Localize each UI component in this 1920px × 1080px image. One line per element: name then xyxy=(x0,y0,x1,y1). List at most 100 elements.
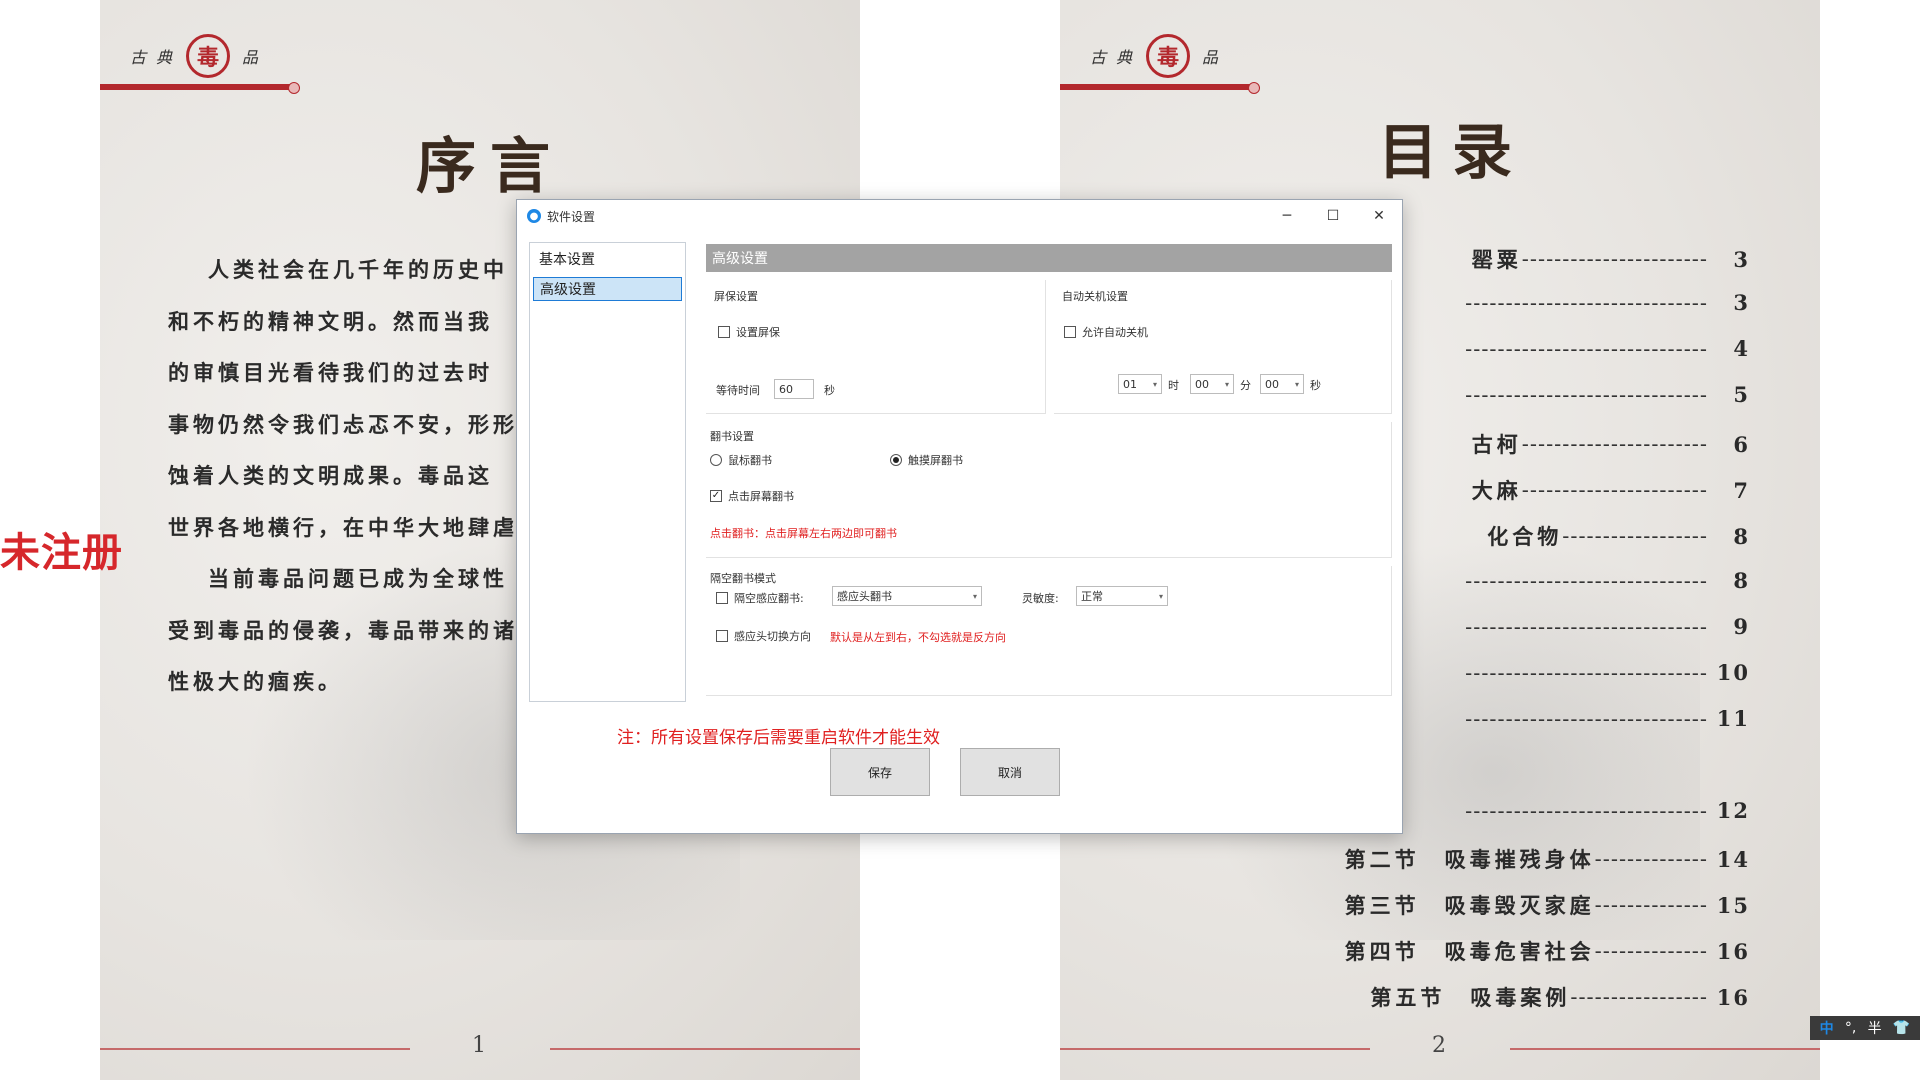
toc-entry[interactable]: ------------------------------ 4 xyxy=(1465,336,1750,361)
hour-select[interactable]: 01 ▾ xyxy=(1118,374,1162,394)
toc-entry[interactable]: ------------------------------ 11 xyxy=(1465,706,1750,731)
toc-entry[interactable]: ------------------------------ 10 xyxy=(1465,660,1750,685)
page-title: 序言 xyxy=(416,132,564,202)
wait-time-input[interactable]: 60 xyxy=(774,379,814,399)
toc-leader: ----------------------- xyxy=(1521,478,1708,502)
toc-entry[interactable]: 第二节 吸毒摧残身体 -------------- 14 xyxy=(1345,844,1750,874)
page-title: 目录 xyxy=(1378,118,1526,188)
second-select[interactable]: 00 ▾ xyxy=(1260,374,1304,394)
toc-entry[interactable]: ------------------------------ 12 xyxy=(1465,798,1750,823)
toc-page-number: 7 xyxy=(1733,477,1750,503)
preface-text: 人类社会在几千年的历史中 和不朽的精神文明。然而当我 的审慎目光看待我们的过去时 事物… xyxy=(168,254,548,718)
ime-indicator[interactable]: 中 °, 半 👕 xyxy=(1810,1016,1920,1040)
toc-leader: -------------- xyxy=(1594,939,1708,963)
screensaver-checkbox[interactable]: 设置屏保 xyxy=(718,324,780,340)
radio-button xyxy=(710,454,722,466)
toc-entry[interactable]: ------------------------------ 5 xyxy=(1465,382,1750,407)
check-icon: ✓ xyxy=(710,490,722,502)
preface-line: 性极大的痼疾。 xyxy=(168,669,343,694)
chevron-down-icon: ▾ xyxy=(1152,379,1157,389)
footer-rule xyxy=(550,1048,860,1050)
toc-label: 化合物 xyxy=(1487,524,1563,549)
window-controls: ─ ☐ ✕ xyxy=(1264,200,1402,232)
toc-leader: -------------- xyxy=(1594,847,1708,871)
ime-width[interactable]: 半 xyxy=(1868,1018,1882,1038)
gesture-sense-checkbox[interactable]: 隔空感应翻书: xyxy=(716,590,804,606)
header-char: 品 xyxy=(1202,48,1219,67)
header-char: 典 xyxy=(1116,48,1133,67)
wait-time-unit: 秒 xyxy=(824,384,835,397)
toc-leader: ------------------------------ xyxy=(1465,382,1708,407)
toc-page-number: 10 xyxy=(1716,660,1750,685)
sensitivity-value: 正常 xyxy=(1081,590,1103,603)
minimize-button[interactable]: ─ xyxy=(1264,200,1310,232)
toc-leader: ------------------------------ xyxy=(1465,614,1708,639)
toc-entry[interactable]: 罂粟 ----------------------- 3 xyxy=(1472,244,1750,274)
shirt-icon[interactable]: 👕 xyxy=(1893,1020,1910,1036)
radio-label: 触摸屏翻书 xyxy=(908,454,963,467)
group-title: 自动关机设置 xyxy=(1062,290,1128,303)
checkbox-label: 感应头切换方向 xyxy=(734,630,811,643)
group-title: 屏保设置 xyxy=(714,290,758,303)
second-value: 00 xyxy=(1265,377,1279,391)
toc-entry[interactable]: 第三节 吸毒毁灭家庭 -------------- 15 xyxy=(1345,890,1750,920)
chevron-down-icon: ▾ xyxy=(1224,379,1229,389)
close-button[interactable]: ✕ xyxy=(1356,200,1402,232)
toc-entry[interactable]: ------------------------------ 3 xyxy=(1465,290,1750,315)
toc-label: 古柯 xyxy=(1471,432,1522,457)
dialog-title: 软件设置 xyxy=(547,209,596,224)
group-title: 翻书设置 xyxy=(710,430,754,443)
toc-leader: ------------------ xyxy=(1562,524,1708,548)
preface-line: 事物仍然令我们忐忑不安，形形 xyxy=(168,411,518,437)
toc-page-number: 3 xyxy=(1733,246,1750,272)
touch-turn-radio[interactable]: 触摸屏翻书 xyxy=(890,452,963,468)
click-turn-checkbox[interactable]: ✓ 点击屏幕翻书 xyxy=(710,488,794,504)
toc-page-number: 8 xyxy=(1733,523,1750,549)
toc-entry[interactable]: 大麻 ----------------------- 7 xyxy=(1472,475,1750,505)
sense-mode-value: 感应头翻书 xyxy=(837,590,892,603)
chevron-down-icon: ▾ xyxy=(1294,379,1299,389)
minute-value: 00 xyxy=(1195,377,1209,391)
toc-label: 第三节 吸毒毁灭家庭 xyxy=(1344,893,1595,918)
toc-entry[interactable]: 古柯 ----------------------- 6 xyxy=(1472,429,1750,459)
screensaver-group: 屏保设置 设置屏保 等待时间 60 秒 xyxy=(706,280,1046,414)
toc-label: 第五节 吸毒案例 xyxy=(1370,985,1571,1010)
toc-entry[interactable]: 化合物 ------------------ 8 xyxy=(1487,521,1750,551)
seal-icon: 毒 xyxy=(186,34,231,78)
sense-mode-select[interactable]: 感应头翻书 ▾ xyxy=(832,586,982,606)
toc-page-number: 3 xyxy=(1733,290,1750,315)
hour-unit: 时 xyxy=(1168,379,1179,392)
preface-line: 和不朽的精神文明。然而当我 xyxy=(168,308,493,334)
header-char: 典 xyxy=(156,48,173,67)
toc-entry[interactable]: 第四节 吸毒危害社会 -------------- 16 xyxy=(1345,936,1750,966)
toc-entry[interactable]: 第五节 吸毒案例 ----------------- 16 xyxy=(1370,982,1750,1012)
toc-page-number: 16 xyxy=(1716,938,1750,964)
maximize-icon: ☐ xyxy=(1326,208,1340,224)
minute-select[interactable]: 00 ▾ xyxy=(1190,374,1234,394)
nav-item-basic[interactable]: 基本设置 xyxy=(533,247,682,271)
gesture-group: 隔空翻书模式 隔空感应翻书: 感应头翻书 ▾ 灵敏度: 正常 ▾ 感应头切换方向 默… xyxy=(706,566,1392,696)
maximize-button[interactable]: ☐ xyxy=(1310,200,1356,232)
toc-entry[interactable]: ------------------------------ 8 xyxy=(1465,568,1750,593)
toc-entry[interactable]: ------------------------------ 9 xyxy=(1465,614,1750,639)
checkbox-box xyxy=(716,592,728,604)
save-button[interactable]: 保存 xyxy=(830,748,930,796)
auto-shutdown-checkbox[interactable]: 允许自动关机 xyxy=(1064,324,1148,340)
chevron-down-icon: ▾ xyxy=(972,591,977,601)
toc-label: 第四节 吸毒危害社会 xyxy=(1344,939,1595,964)
header-rule xyxy=(100,82,300,94)
page-number: 1 xyxy=(472,1033,486,1058)
toc-page-number: 14 xyxy=(1716,846,1750,872)
toc-label: 罂粟 xyxy=(1471,247,1522,272)
cancel-button[interactable]: 取消 xyxy=(960,748,1060,796)
nav-item-advanced[interactable]: 高级设置 xyxy=(533,277,682,301)
toc-page-number: 6 xyxy=(1733,431,1750,457)
ime-punct[interactable]: °, xyxy=(1845,1020,1856,1036)
mouse-turn-radio[interactable]: 鼠标翻书 xyxy=(710,452,772,468)
toc-page-number: 12 xyxy=(1716,798,1750,823)
direction-checkbox[interactable]: 感应头切换方向 xyxy=(716,628,811,644)
sensitivity-select[interactable]: 正常 ▾ xyxy=(1076,586,1168,606)
ime-lang[interactable]: 中 xyxy=(1820,1018,1834,1038)
radio-label: 鼠标翻书 xyxy=(728,454,772,467)
page-turn-group: 翻书设置 鼠标翻书 触摸屏翻书 ✓ 点击屏幕翻书 点击翻书：点击屏幕左右两边即可… xyxy=(706,422,1392,558)
